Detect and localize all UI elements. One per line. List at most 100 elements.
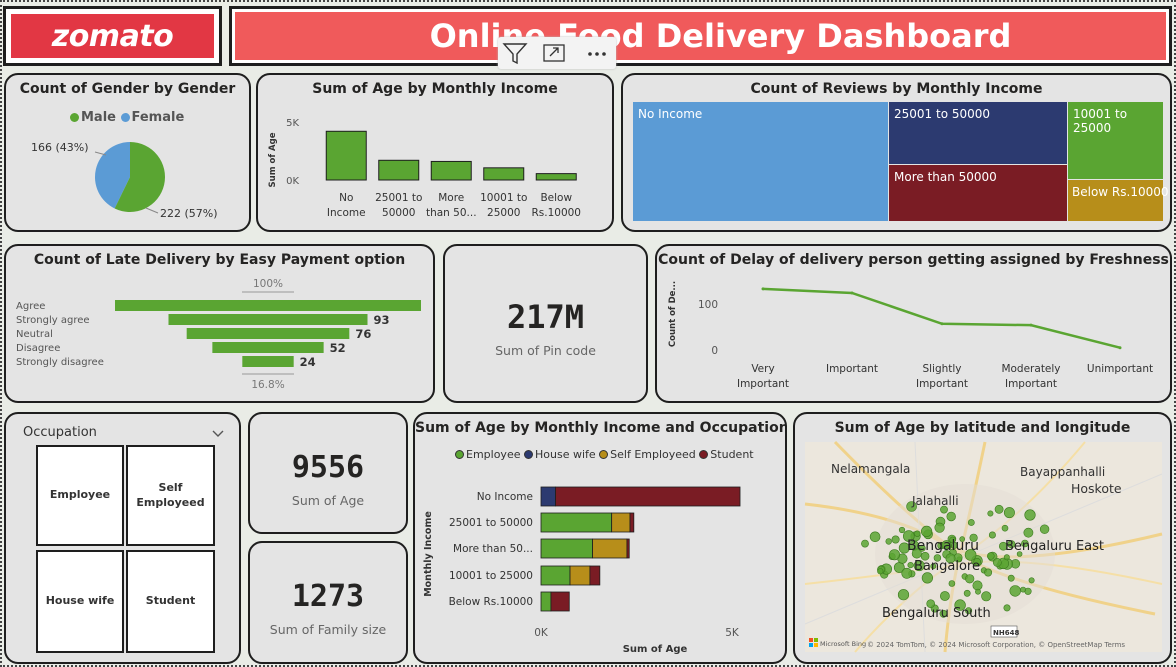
age-income-bar[interactable] <box>535 173 577 181</box>
stacked-bar-segment[interactable] <box>540 486 556 507</box>
treemap-tile-more-than-50000[interactable]: More than 50000 <box>889 165 1067 221</box>
more-options-icon[interactable] <box>588 52 606 56</box>
map-card[interactable]: Sum of Age by latitude and longitude Nel… <box>793 412 1172 664</box>
stacked-bar-segment[interactable] <box>626 538 630 559</box>
funnel-bar[interactable] <box>212 342 324 353</box>
map-bubble[interactable] <box>921 572 933 584</box>
map-bubble[interactable] <box>1028 577 1035 584</box>
gender-pie-card[interactable]: Count of Gender by Gender Male Female 16… <box>4 73 251 232</box>
map-bubble[interactable] <box>898 526 906 534</box>
map-bubble[interactable] <box>1009 585 1021 597</box>
stacked-bar-segment[interactable] <box>540 591 552 612</box>
treemap-tile-no-income[interactable]: No Income <box>633 102 888 221</box>
stacked-bar-segment[interactable] <box>540 538 593 559</box>
funnel-bar[interactable] <box>242 356 294 367</box>
map-bubble[interactable] <box>946 511 956 522</box>
map-bubble[interactable] <box>948 580 956 587</box>
stacked-bar-svg: Monthly Income No Income 25001 to 50000 Mor… <box>423 486 741 655</box>
delay-point[interactable] <box>940 322 944 326</box>
map-copyright[interactable]: © 2024 TomTom, © 2024 Microsoft Corporat… <box>867 641 1125 649</box>
treemap-tile-below-10000[interactable]: Below Rs.10000 <box>1068 180 1169 221</box>
map-bubble[interactable] <box>885 538 892 545</box>
reviews-title: Count of Reviews by Monthly Income <box>750 81 1043 97</box>
delay-point[interactable] <box>850 291 854 295</box>
funnel-bar[interactable] <box>168 314 368 325</box>
map-bubble[interactable] <box>992 557 1002 567</box>
slicer-option-employee[interactable]: Employee <box>36 445 124 546</box>
stacked-bar-segment[interactable] <box>592 538 628 559</box>
stacked-bar-segment[interactable] <box>550 591 570 612</box>
map-bubble[interactable] <box>921 525 933 537</box>
reviews-treemap-card[interactable]: Count of Reviews by Monthly Income No In… <box>621 73 1172 232</box>
filter-icon[interactable] <box>502 43 528 65</box>
map-bubble[interactable] <box>987 510 994 517</box>
late-delivery-card[interactable]: Count of Late Delivery by Easy Payment o… <box>4 244 435 403</box>
treemap-tile-10001-25000[interactable]: 10001 to 25000 <box>1068 102 1163 179</box>
chevron-down-icon[interactable] <box>211 424 225 443</box>
funnel-bar[interactable] <box>115 300 421 311</box>
slicer-option-house-wife[interactable]: House wife <box>36 550 124 653</box>
age-income-card[interactable]: Sum of Age by Monthly Income Sum of Age 5… <box>256 73 614 232</box>
map-bubble[interactable] <box>1001 524 1009 532</box>
age-income-bar[interactable] <box>430 160 472 181</box>
map-bubble[interactable] <box>914 530 921 537</box>
delay-point[interactable] <box>761 287 765 291</box>
map-bubble[interactable] <box>861 539 869 548</box>
map-bubble[interactable] <box>934 522 945 533</box>
pin-kpi-card[interactable]: 217M Sum of Pin code <box>443 244 648 403</box>
focus-mode-icon[interactable] <box>543 44 565 62</box>
map-bubble[interactable] <box>975 588 981 595</box>
map-bubble[interactable] <box>1003 507 1015 519</box>
age-income-bar[interactable] <box>483 167 525 181</box>
map-bubble[interactable] <box>1003 604 1011 612</box>
stacked-tick-0k: 0K <box>534 627 549 639</box>
delay-point[interactable] <box>1029 323 1033 327</box>
stacked-bar-segment[interactable] <box>540 565 571 586</box>
map-bubble[interactable] <box>984 568 993 577</box>
map-bubble[interactable] <box>967 519 975 526</box>
map-bubble[interactable] <box>877 568 884 575</box>
stacked-bar-segment[interactable] <box>589 565 601 586</box>
stacked-bar-segment[interactable] <box>569 565 591 586</box>
funnel-bar[interactable] <box>186 328 350 339</box>
map-bubble[interactable] <box>939 591 950 601</box>
map-bubble[interactable] <box>901 567 913 579</box>
map-bubble[interactable] <box>891 535 900 544</box>
map-bubble[interactable] <box>988 531 996 539</box>
map-bubble[interactable] <box>1020 586 1026 593</box>
map-svg[interactable]: Nelamangala Bayappanhalli Hoskote Jalaha… <box>795 414 1172 664</box>
map-place-nelamangala: Nelamangala <box>831 462 910 476</box>
slicer-option-student[interactable]: Student <box>126 550 215 653</box>
stacked-bar-segment[interactable] <box>629 512 635 533</box>
map-bubble[interactable] <box>1039 524 1050 534</box>
map-bubble[interactable] <box>994 504 1004 514</box>
stacked-bar-card[interactable]: Sum of Age by Monthly Income and Occupat… <box>413 412 787 664</box>
map-bubble[interactable] <box>987 552 995 560</box>
map-bubble[interactable] <box>889 549 901 561</box>
delay-point[interactable] <box>1118 346 1122 350</box>
map-bubble[interactable] <box>1024 509 1036 521</box>
map-bubble[interactable] <box>869 531 881 543</box>
map-bubble[interactable] <box>963 589 971 597</box>
map-bubble[interactable] <box>1003 554 1010 561</box>
family-kpi-card[interactable]: 1273 Sum of Family size <box>248 541 408 664</box>
treemap-tile-25001-50000[interactable]: 25001 to 50000 <box>889 102 1067 164</box>
delay-line[interactable] <box>762 287 1121 349</box>
map-bubble[interactable] <box>972 580 983 591</box>
delay-line-card[interactable]: Count of Delay of delivery person gettin… <box>655 244 1172 403</box>
stacked-bar-segment[interactable] <box>611 512 631 533</box>
slicer-option-self-employeed[interactable]: Self Employeed <box>126 445 215 546</box>
occupation-slicer-card[interactable]: Occupation Employee Self Employeed House … <box>4 412 241 664</box>
map-bubble[interactable] <box>907 562 914 569</box>
map-bubble[interactable] <box>1007 574 1015 582</box>
age-income-bar[interactable] <box>325 130 367 181</box>
age-kpi-card[interactable]: 9556 Sum of Age <box>248 412 408 534</box>
stacked-bar-segment[interactable] <box>540 512 613 533</box>
map-bubble[interactable] <box>981 591 992 602</box>
age-income-category-label: Below <box>540 192 572 204</box>
map-bubble[interactable] <box>965 574 975 584</box>
map-bubble[interactable] <box>1023 527 1034 538</box>
age-income-bar[interactable] <box>378 159 420 181</box>
map-bubble[interactable] <box>897 589 910 601</box>
stacked-bar-segment[interactable] <box>555 486 741 507</box>
